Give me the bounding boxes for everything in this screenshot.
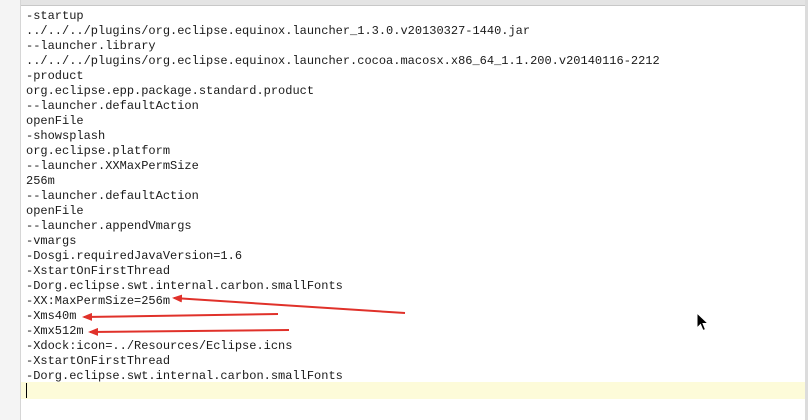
editor-line[interactable]: -Dorg.eclipse.swt.internal.carbon.smallF… (26, 369, 796, 384)
editor-text-area[interactable]: -startup ../../../plugins/org.eclipse.eq… (26, 9, 796, 384)
editor-line[interactable]: 256m (26, 174, 796, 189)
editor-line[interactable]: --launcher.library (26, 39, 796, 54)
editor-line[interactable]: --launcher.defaultAction (26, 189, 796, 204)
editor-line[interactable]: -startup (26, 9, 796, 24)
editor-line[interactable]: -product (26, 69, 796, 84)
editor-line[interactable]: -showsplash (26, 129, 796, 144)
editor-line[interactable]: --launcher.XXMaxPermSize (26, 159, 796, 174)
editor-line[interactable]: -Dorg.eclipse.swt.internal.carbon.smallF… (26, 279, 796, 294)
editor-line[interactable]: -vmargs (26, 234, 796, 249)
editor-line[interactable]: -Dosgi.requiredJavaVersion=1.6 (26, 249, 796, 264)
editor-line-xmx[interactable]: -Xmx512m (26, 324, 796, 339)
editor-line[interactable]: --launcher.defaultAction (26, 99, 796, 114)
text-caret (26, 383, 27, 398)
editor-line[interactable]: ../../../plugins/org.eclipse.equinox.lau… (26, 24, 796, 39)
editor-line[interactable]: -XstartOnFirstThread (26, 354, 796, 369)
window-top-edge (0, 0, 808, 6)
current-line-highlight (21, 382, 805, 399)
editor-line[interactable]: -XstartOnFirstThread (26, 264, 796, 279)
editor-line[interactable]: --launcher.appendVmargs (26, 219, 796, 234)
text-editor-window: -startup ../../../plugins/org.eclipse.eq… (0, 0, 808, 420)
editor-line[interactable]: org.eclipse.platform (26, 144, 796, 159)
editor-gutter (0, 0, 21, 420)
editor-line-maxpermsize[interactable]: -XX:MaxPermSize=256m (26, 294, 796, 309)
editor-line-xms[interactable]: -Xms40m (26, 309, 796, 324)
editor-line[interactable]: openFile (26, 204, 796, 219)
editor-line[interactable]: openFile (26, 114, 796, 129)
editor-line[interactable]: ../../../plugins/org.eclipse.equinox.lau… (26, 54, 796, 69)
editor-line[interactable]: org.eclipse.epp.package.standard.product (26, 84, 796, 99)
mouse-pointer-icon (696, 312, 710, 332)
editor-line[interactable]: -Xdock:icon=../Resources/Eclipse.icns (26, 339, 796, 354)
